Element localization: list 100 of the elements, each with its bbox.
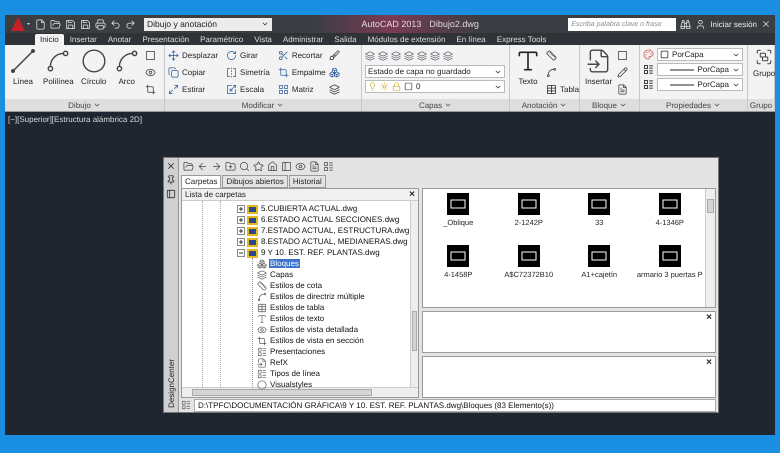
panel-title[interactable]: Capas: [362, 99, 509, 111]
scrollbar[interactable]: [410, 201, 418, 387]
modify-tool-button[interactable]: Recortar: [278, 48, 326, 63]
expander-icon[interactable]: [237, 248, 245, 256]
workspace-dropdown[interactable]: Dibujo y anotación: [144, 18, 272, 30]
panel-title[interactable]: Grupo: [748, 99, 774, 111]
modify-tool-button[interactable]: Matriz: [278, 82, 326, 97]
expander-icon[interactable]: [237, 216, 245, 224]
panel-title[interactable]: Bloque: [580, 99, 639, 111]
close-button[interactable]: ×: [409, 190, 415, 200]
expander-icon[interactable]: [237, 204, 245, 212]
ribbon-tab[interactable]: En línea: [451, 34, 491, 45]
layer-state-dropdown[interactable]: Estado de capa no guardado: [365, 65, 505, 78]
drawing-file-icon: [247, 236, 258, 246]
group-tool-button[interactable]: Grupo: [751, 48, 778, 78]
ribbon-tab[interactable]: Vista: [249, 34, 277, 45]
block-thumbnail[interactable]: [658, 193, 681, 215]
tree-item[interactable]: 7.ESTADO ACTUAL, ESTRUCTURA.dwg: [260, 226, 410, 235]
erase-tool-button[interactable]: [328, 48, 340, 63]
ribbon-tab[interactable]: Presentación: [137, 34, 194, 45]
tree-item[interactable]: 6.ESTADO ACTUAL SECCIONES.dwg: [260, 215, 400, 224]
text-tool-button[interactable]: Texto: [513, 48, 543, 86]
scrollbar[interactable]: [705, 189, 715, 307]
tree-item[interactable]: Estilos de cota: [269, 281, 324, 290]
explode-tool-button[interactable]: [328, 65, 340, 80]
tree-item[interactable]: Estilos de directriz múltiple: [269, 292, 366, 301]
tree-item[interactable]: RefX: [269, 358, 289, 367]
tree-item[interactable]: 5.CUBIERTA ACTUAL.dwg: [260, 204, 358, 213]
ribbon-tab[interactable]: Insertar: [64, 34, 102, 45]
modify-tool-button[interactable]: Simetría: [226, 65, 270, 80]
property-dropdown[interactable]: PorCapa: [657, 48, 743, 61]
tree-item[interactable]: Estilos de vista detallada: [269, 325, 360, 334]
property-dropdown[interactable]: PorCapa: [657, 78, 743, 91]
tree-item[interactable]: Visualstyles: [269, 380, 314, 389]
tree-item[interactable]: 8.ESTADO ACTUAL, MEDIANERAS.dwg: [260, 237, 409, 246]
modify-tool-button[interactable]: Girar: [226, 48, 270, 63]
tree-item[interactable]: Estilos de tabla: [269, 303, 326, 312]
ribbon-tab[interactable]: Inicio: [35, 34, 64, 45]
leader-icon: [546, 67, 557, 78]
layer-dropdown[interactable]: 0: [365, 80, 505, 93]
palette-tab[interactable]: Dibujos abiertos: [222, 175, 288, 188]
ribbon-tab[interactable]: Administrar: [278, 34, 328, 45]
modify-tool-button[interactable]: Estirar: [168, 82, 218, 97]
tree-item[interactable]: Estilos de texto: [269, 314, 326, 323]
modify-tool-button[interactable]: Copiar: [168, 65, 218, 80]
tree-item[interactable]: Presentaciones: [269, 347, 326, 356]
offset-tool-button[interactable]: [328, 82, 340, 97]
block-thumbnail[interactable]: [588, 193, 610, 215]
panel-title[interactable]: Propiedades: [640, 99, 747, 111]
panel-title[interactable]: Dibujo: [5, 99, 164, 111]
block-thumbnail[interactable]: [447, 245, 470, 267]
ribbon-tab[interactable]: Anotar: [102, 34, 136, 45]
close-button[interactable]: ×: [706, 358, 712, 368]
create-block-button[interactable]: [617, 48, 628, 63]
rectangle-tool-button[interactable]: [144, 48, 156, 63]
palette-tab[interactable]: Carpetas: [181, 175, 222, 188]
block-thumbnail[interactable]: [518, 193, 540, 215]
viewport-label[interactable]: [−][Superior][Estructura alámbrica 2D]: [5, 112, 146, 127]
insert-tool-button[interactable]: Insertar: [583, 48, 614, 86]
drawing-area[interactable]: [5, 112, 775, 435]
sign-in-link[interactable]: Iniciar sesión: [710, 20, 757, 28]
ribbon-tab[interactable]: Paramétrico: [195, 34, 248, 45]
caret-icon: [92, 101, 101, 109]
ribbon-tab[interactable]: Salida: [329, 34, 362, 45]
tree-item[interactable]: 9 Y 10. EST. REF. PLANTAS.dwg: [260, 248, 381, 257]
draw-tool-button[interactable]: Línea: [8, 48, 38, 86]
table-icon: [257, 302, 267, 312]
ribbon-tab[interactable]: Express Tools: [492, 34, 552, 45]
layout-icon: [257, 346, 267, 356]
close-button[interactable]: ×: [706, 313, 712, 323]
panel-title[interactable]: Anotación: [510, 99, 579, 111]
hatch-tool-button[interactable]: [144, 82, 156, 97]
block-thumbnail[interactable]: [588, 245, 610, 267]
expander-icon[interactable]: [237, 226, 245, 234]
tree-item[interactable]: Tipos de línea: [269, 369, 321, 378]
tree-item[interactable]: Capas: [269, 270, 294, 279]
expander-icon[interactable]: [237, 238, 245, 246]
draw-tool-button[interactable]: Polilínea: [41, 48, 76, 86]
scrollbar[interactable]: [182, 387, 418, 397]
draw-tool-button[interactable]: Arco: [112, 48, 142, 86]
block-thumbnail[interactable]: [658, 245, 681, 267]
layers-icon: [257, 270, 267, 280]
edit-block-button[interactable]: [617, 65, 628, 80]
tree-item[interactable]: Estilos de vista en sección: [269, 336, 365, 345]
color-swatch-icon: [660, 50, 669, 59]
modify-tool-button[interactable]: Empalme: [278, 65, 326, 80]
block-thumbnail[interactable]: [518, 245, 540, 267]
property-dropdown[interactable]: PorCapa: [657, 63, 743, 76]
attribute-button[interactable]: [617, 82, 628, 97]
modify-tool-button[interactable]: Escala: [226, 82, 270, 97]
block-thumbnail[interactable]: [447, 193, 470, 215]
ribbon-tab[interactable]: Módulos de extensión: [362, 34, 450, 45]
palette-tab[interactable]: Historial: [288, 175, 326, 188]
boxes-icon: [328, 67, 340, 78]
panel-title[interactable]: Modificar: [165, 99, 361, 111]
table-tool-button[interactable]: Tabla: [546, 82, 580, 97]
tree-item[interactable]: Bloques: [269, 259, 300, 268]
draw-tool-button[interactable]: Círculo: [78, 48, 109, 86]
modify-tool-button[interactable]: Desplazar: [168, 48, 218, 63]
view-icon: [257, 324, 267, 334]
